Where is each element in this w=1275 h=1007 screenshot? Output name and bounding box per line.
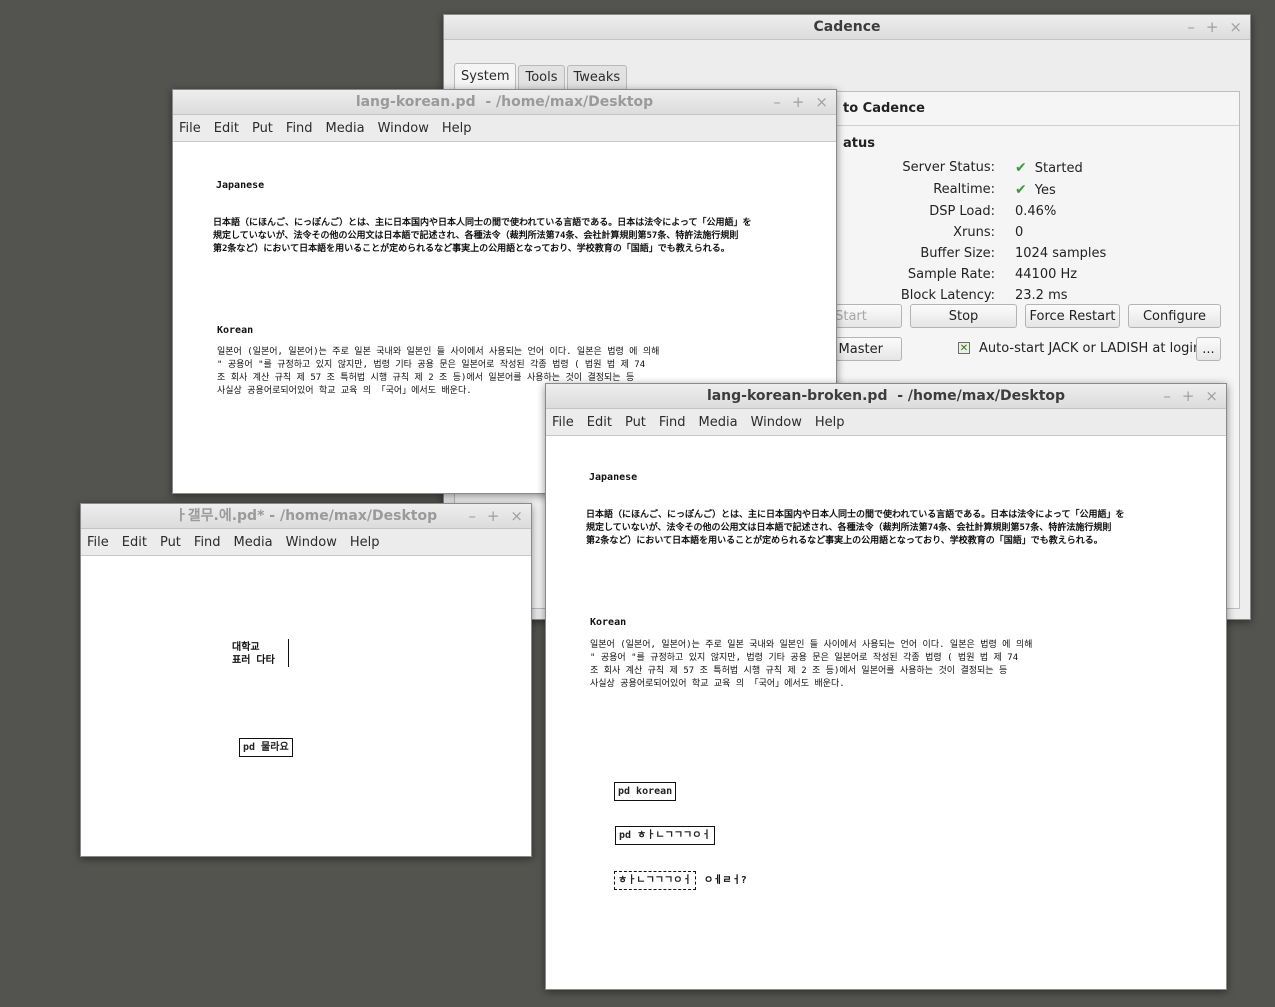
menu-find[interactable]: Find — [194, 535, 221, 550]
cadence-titlebar[interactable]: Cadence – + × — [444, 15, 1250, 40]
status-value: Started — [1034, 160, 1083, 176]
pd-window-broken: lang-korean-broken.pd - /home/max/Deskto… — [545, 383, 1227, 990]
pd-object[interactable]: pd 물라요 — [239, 738, 293, 757]
pd-object-broken[interactable]: pd ㅎㅏㄴㄱㄱㄱㅇㅓ — [615, 826, 715, 845]
window-title: lang-korean-broken.pd - /home/max/Deskto… — [706, 388, 1066, 404]
window-title: ㅏ갤무.에.pd* - /home/max/Desktop — [174, 508, 438, 524]
tab-system[interactable]: System — [454, 63, 517, 89]
autostart-checkbox[interactable]: ✕ — [958, 342, 970, 354]
pd-menubar: File Edit Put Find Media Window Help — [173, 115, 836, 142]
menu-edit[interactable]: Edit — [214, 121, 239, 136]
japanese-heading: Japanese — [216, 180, 265, 191]
pd-canvas[interactable]: 대학교 표러 다타 pd 물라요 — [81, 556, 531, 856]
menu-edit[interactable]: Edit — [587, 415, 612, 430]
menu-help[interactable]: Help — [350, 535, 380, 550]
close-button[interactable]: × — [815, 90, 828, 114]
cadence-tabs: System Tools Tweaks — [454, 63, 629, 89]
check-icon: ✔ — [1015, 160, 1027, 176]
status-label: Buffer Size: — [920, 246, 995, 261]
korean-heading: Korean — [217, 325, 254, 336]
close-button[interactable]: × — [510, 504, 523, 528]
check-icon: ✔ — [1015, 182, 1027, 198]
menu-find[interactable]: Find — [286, 121, 313, 136]
force-restart-button[interactable]: Force Restart — [1025, 304, 1120, 328]
status-label: DSP Load: — [929, 204, 995, 219]
japanese-heading: Japanese — [589, 472, 638, 483]
menu-window[interactable]: Window — [751, 415, 802, 430]
menu-media[interactable]: Media — [699, 415, 738, 430]
menu-help[interactable]: Help — [815, 415, 845, 430]
pd-menubar: File Edit Put Find Media Window Help — [546, 409, 1226, 436]
tab-tweaks[interactable]: Tweaks — [566, 65, 628, 89]
menu-file[interactable]: File — [87, 535, 109, 550]
stop-button[interactable]: Stop — [910, 304, 1017, 328]
status-value: 0.46% — [1015, 204, 1057, 219]
status-value: 1024 samples — [1015, 246, 1107, 261]
maximize-button[interactable]: + — [1206, 15, 1219, 39]
tab-tools[interactable]: Tools — [518, 65, 565, 89]
window-title: Cadence — [813, 19, 881, 35]
status-label: Sample Rate: — [907, 267, 995, 282]
menu-window[interactable]: Window — [378, 121, 429, 136]
minimize-button[interactable]: – — [773, 90, 781, 114]
menu-file[interactable]: File — [179, 121, 201, 136]
broken-comment: ㅇㅔㄹㅓ? — [704, 875, 747, 886]
close-button[interactable]: × — [1229, 15, 1242, 39]
menu-help[interactable]: Help — [442, 121, 472, 136]
autostart-label: Auto-start JACK or LADISH at login — [979, 341, 1202, 356]
pd-object-korean[interactable]: pd korean — [614, 782, 677, 801]
korean-comment: 일본어 (일본어, 일본어)는 주로 일본 국내와 일본인 들 사이에서 사용되… — [590, 640, 1033, 689]
menu-window[interactable]: Window — [286, 535, 337, 550]
pd-canvas[interactable]: Japanese 日本語（にほんご、にっぽんご）とは、主に日本国内や日本人同士の… — [546, 436, 1226, 989]
menu-put[interactable]: Put — [160, 535, 181, 550]
minimize-button[interactable]: – — [468, 504, 476, 528]
japanese-comment: 日本語（にほんご、にっぽんご）とは、主に日本国内や日本人同士の間で使われている言… — [213, 218, 752, 254]
status-value: Yes — [1034, 182, 1056, 198]
menu-put[interactable]: Put — [252, 121, 273, 136]
status-label: Xruns: — [953, 225, 995, 240]
menu-find[interactable]: Find — [659, 415, 686, 430]
pd-window-small: ㅏ갤무.에.pd* - /home/max/Desktop – + × File… — [80, 503, 532, 857]
close-button[interactable]: × — [1205, 384, 1218, 408]
japanese-comment: 日本語（にほんご、にっぽんご）とは、主に日本国内や日本人同士の間で使われている言… — [586, 510, 1125, 546]
menu-file[interactable]: File — [552, 415, 574, 430]
more-button[interactable]: ... — [1196, 337, 1221, 361]
status-label: Realtime: — [933, 182, 995, 197]
korean-comment[interactable]: 대학교 표러 다타 — [232, 641, 275, 667]
maximize-button[interactable]: + — [487, 504, 500, 528]
menu-media[interactable]: Media — [234, 535, 273, 550]
pd-titlebar[interactable]: ㅏ갤무.에.pd* - /home/max/Desktop – + × — [81, 504, 531, 529]
pd-broken-object[interactable]: ㅎㅏㄴㄱㄱㄱㅇㅓ — [614, 871, 696, 890]
window-title: lang-korean.pd - /home/max/Desktop — [355, 94, 654, 110]
status-label: Block Latency: — [900, 288, 995, 303]
status-value: 23.2 ms — [1015, 288, 1068, 303]
status-value: 44100 Hz — [1015, 267, 1078, 282]
status-label: Server Status: — [902, 160, 995, 175]
pd-titlebar[interactable]: lang-korean-broken.pd - /home/max/Deskto… — [546, 384, 1226, 409]
text-cursor — [288, 639, 289, 667]
welcome-heading: to Cadence — [843, 101, 925, 116]
menu-media[interactable]: Media — [326, 121, 365, 136]
section-heading: atus — [843, 136, 875, 151]
menu-edit[interactable]: Edit — [122, 535, 147, 550]
menu-put[interactable]: Put — [625, 415, 646, 430]
minimize-button[interactable]: – — [1187, 15, 1195, 39]
status-value: 0 — [1015, 225, 1024, 240]
maximize-button[interactable]: + — [1182, 384, 1195, 408]
pd-titlebar[interactable]: lang-korean.pd - /home/max/Desktop – + × — [173, 90, 836, 115]
maximize-button[interactable]: + — [792, 90, 805, 114]
pd-menubar: File Edit Put Find Media Window Help — [81, 529, 531, 556]
minimize-button[interactable]: – — [1163, 384, 1171, 408]
korean-heading: Korean — [590, 617, 627, 628]
configure-button[interactable]: Configure — [1128, 304, 1221, 328]
